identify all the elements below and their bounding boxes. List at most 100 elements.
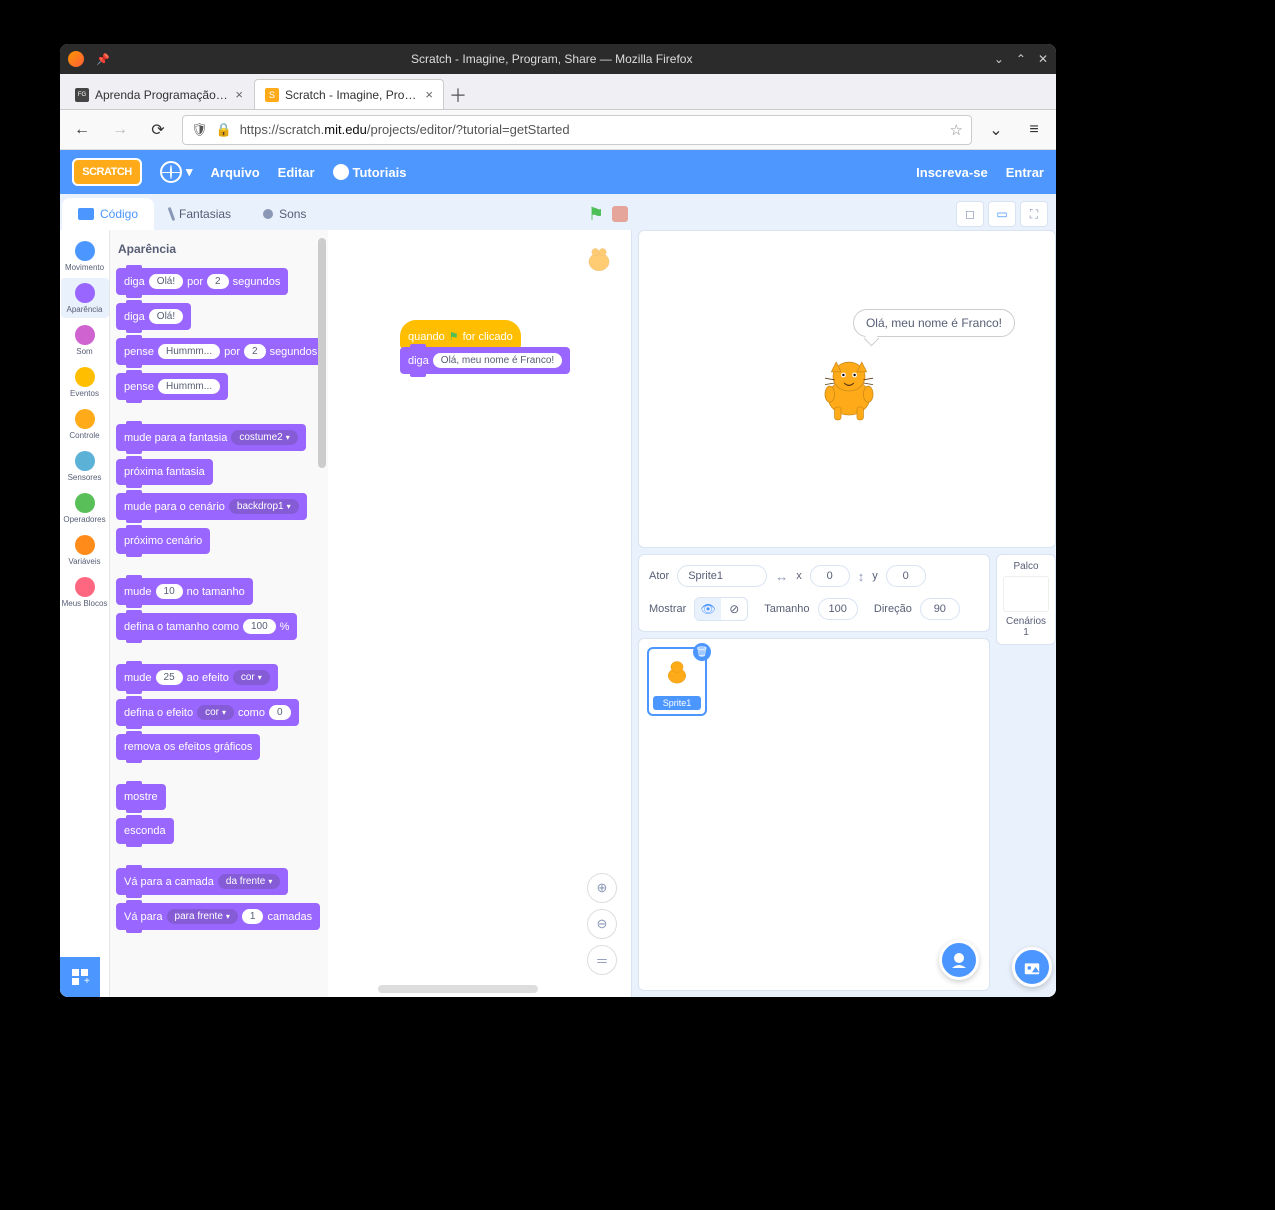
block-hide[interactable]: esconda: [116, 818, 174, 844]
category-label: Sensores: [68, 473, 102, 482]
nav-toolbar: ← → ⟳ 🛡 🔒 https://scratch.mit.edu/projec…: [60, 110, 1056, 150]
close-button[interactable]: ✕: [1038, 52, 1048, 66]
tab-costumes[interactable]: Fantasias: [154, 198, 247, 230]
scripts-workspace[interactable]: quando ⚑ for clicado diga Olá, meu nome …: [328, 230, 632, 997]
delete-sprite-button[interactable]: 🗑: [693, 643, 711, 661]
block-next-backdrop[interactable]: próximo cenário: [116, 528, 210, 554]
category-variáveis[interactable]: Variáveis: [61, 530, 109, 570]
browser-tab-1[interactable]: S Scratch - Imagine, Program, S ×: [254, 79, 444, 109]
pocket-button[interactable]: ⌄: [982, 116, 1010, 144]
sprite-thumbnail[interactable]: 🗑 Sprite1: [647, 647, 707, 716]
language-menu[interactable]: ▾: [160, 161, 193, 183]
category-eventos[interactable]: Eventos: [61, 362, 109, 402]
edit-menu[interactable]: Editar: [278, 165, 315, 180]
file-menu[interactable]: Arquivo: [211, 165, 260, 180]
block-switch-backdrop[interactable]: mude para o cenário backdrop1: [116, 493, 307, 520]
block-show[interactable]: mostre: [116, 784, 166, 810]
category-color-icon: [75, 451, 95, 471]
block-go-layer[interactable]: Vá para a camada da frente: [116, 868, 288, 895]
category-sensores[interactable]: Sensores: [61, 446, 109, 486]
shield-icon[interactable]: 🛡: [191, 122, 208, 138]
category-label: Eventos: [70, 389, 99, 398]
block-switch-costume[interactable]: mude para a fantasia costume2: [116, 424, 306, 451]
close-tab-icon[interactable]: ×: [425, 87, 433, 102]
block-change-size[interactable]: mude 10 no tamanho: [116, 578, 253, 605]
block-think-for-secs[interactable]: pense Hummm... por 2 segundos: [116, 338, 325, 365]
signup-link[interactable]: Inscreva-se: [916, 165, 988, 180]
hide-button[interactable]: ⊘: [721, 598, 747, 620]
green-flag-button[interactable]: ⚑: [588, 204, 604, 225]
back-button[interactable]: ←: [68, 116, 96, 144]
category-som[interactable]: Som: [61, 320, 109, 360]
tab-sounds[interactable]: Sons: [247, 198, 322, 230]
block-go-layers[interactable]: Vá para para frente 1 camadas: [116, 903, 320, 930]
backdrop-thumbnail: [1003, 576, 1049, 612]
lock-icon[interactable]: 🔒: [216, 122, 232, 138]
zoom-out-button[interactable]: ⊖: [587, 909, 617, 939]
scratch-logo[interactable]: SCRATCH: [72, 158, 142, 186]
new-tab-button[interactable]: ＋: [444, 81, 472, 109]
globe-icon: [160, 161, 182, 183]
tutorials-menu[interactable]: Tutoriais: [333, 164, 407, 180]
block-next-costume[interactable]: próxima fantasia: [116, 459, 213, 485]
stage-large-button[interactable]: ▭: [988, 201, 1016, 227]
minimize-button[interactable]: ⌄: [994, 52, 1004, 66]
bookmark-star-icon[interactable]: ☆: [950, 121, 963, 139]
show-label: Mostrar: [649, 603, 686, 615]
stop-button[interactable]: [612, 206, 628, 222]
editor-tabs: Código Fantasias Sons ⚑ ◻ ▭ ⛶: [60, 194, 1056, 230]
stage-small-button[interactable]: ◻: [956, 201, 984, 227]
browser-tab-0[interactable]: FG Aprenda Programação: Ponto ×: [64, 79, 254, 109]
palette-scrollbar[interactable]: [318, 238, 326, 468]
add-extension-button[interactable]: +: [60, 957, 100, 997]
show-button[interactable]: 👁: [695, 598, 721, 620]
reload-button[interactable]: ⟳: [144, 116, 172, 144]
fullscreen-button[interactable]: ⛶: [1020, 201, 1048, 227]
category-aparência[interactable]: Aparência: [61, 278, 109, 318]
direction-input[interactable]: 90: [920, 598, 960, 620]
category-color-icon: [75, 409, 95, 429]
y-input[interactable]: 0: [886, 565, 926, 587]
category-operadores[interactable]: Operadores: [61, 488, 109, 528]
category-color-icon: [75, 367, 95, 387]
workspace-scrollbar[interactable]: [378, 985, 538, 993]
block-say-for-secs[interactable]: diga Olá! por 2 segundos: [116, 268, 288, 295]
svg-text:+: +: [84, 976, 90, 987]
sprite-name-input[interactable]: Sprite1: [677, 565, 767, 587]
block-think[interactable]: pense Hummm...: [116, 373, 228, 400]
block-set-effect[interactable]: defina o efeito cor como 0: [116, 699, 299, 726]
zoom-in-button[interactable]: ⊕: [587, 873, 617, 903]
zoom-reset-button[interactable]: ＝: [587, 945, 617, 975]
sprite-cat[interactable]: [809, 351, 889, 431]
block-palette[interactable]: Aparência diga Olá! por 2 segundos diga …: [110, 230, 328, 997]
login-link[interactable]: Entrar: [1006, 165, 1044, 180]
add-sprite-button[interactable]: [939, 940, 979, 980]
stage[interactable]: Olá, meu nome é Franco!: [638, 230, 1056, 548]
block-change-effect[interactable]: mude 25 ao efeito cor: [116, 664, 278, 691]
category-meus-blocos[interactable]: Meus Blocos: [61, 572, 109, 612]
forward-button: →: [106, 116, 134, 144]
urlbar[interactable]: 🛡 🔒 https://scratch.mit.edu/projects/edi…: [182, 115, 972, 145]
block-clear-effects[interactable]: remova os efeitos gráficos: [116, 734, 260, 760]
editor-main: MovimentoAparênciaSom Eventos Controle Sens…: [60, 230, 1056, 997]
hamburger-menu-button[interactable]: ≡: [1020, 116, 1048, 144]
pin-icon[interactable]: 📌: [96, 53, 110, 66]
category-label: Operadores: [63, 515, 105, 524]
block-set-size[interactable]: defina o tamanho como 100 %: [116, 613, 297, 640]
size-input[interactable]: 100: [818, 598, 858, 620]
xy-icon: ↕: [858, 569, 865, 584]
script-stack[interactable]: quando ⚑ for clicado diga Olá, meu nome …: [400, 320, 631, 374]
speech-bubble: Olá, meu nome é Franco!: [853, 309, 1015, 337]
visibility-toggle[interactable]: 👁 ⊘: [694, 597, 748, 621]
add-backdrop-button[interactable]: [1012, 947, 1052, 987]
close-tab-icon[interactable]: ×: [235, 87, 243, 102]
tab-code[interactable]: Código: [62, 198, 154, 230]
category-movimento[interactable]: Movimento: [61, 236, 109, 276]
category-controle[interactable]: Controle: [61, 404, 109, 444]
stage-selector[interactable]: Palco Cenários 1: [996, 554, 1056, 645]
block-say-instance[interactable]: diga Olá, meu nome é Franco!: [400, 347, 570, 374]
x-input[interactable]: 0: [810, 565, 850, 587]
tab-label: Scratch - Imagine, Program, S: [285, 88, 419, 102]
block-say[interactable]: diga Olá!: [116, 303, 191, 330]
maximize-button[interactable]: ⌃: [1016, 52, 1026, 66]
